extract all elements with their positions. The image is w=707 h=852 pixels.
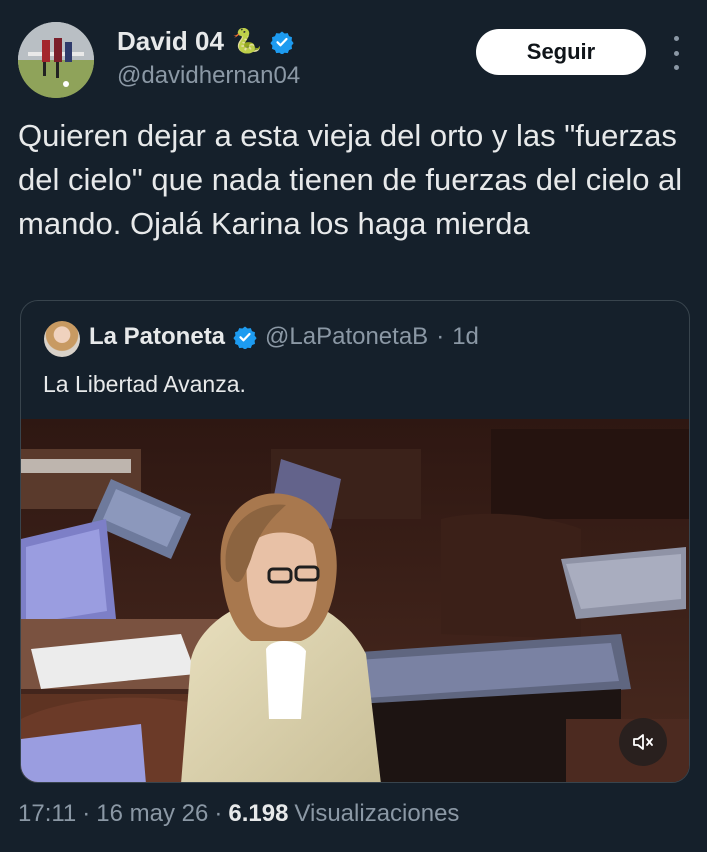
quoted-author-name[interactable]: La Patoneta: [89, 323, 225, 351]
video-frame: [21, 419, 689, 782]
author-avatar[interactable]: [18, 22, 94, 98]
quoted-tweet-header: La Patoneta @LaPatonetaB · 1d: [89, 323, 479, 351]
muted-speaker-icon: [633, 734, 653, 750]
tweet-metadata: 17:11 · 16 may 26 · 6.198 Visualizacione…: [18, 800, 459, 828]
quoted-separator: ·: [436, 323, 445, 350]
mute-toggle-button[interactable]: [619, 718, 667, 766]
video-player[interactable]: [21, 419, 689, 782]
meta-separator: ·: [214, 800, 223, 827]
avatar-image: [18, 22, 94, 98]
author-name-row[interactable]: David 04 🐍: [117, 26, 294, 57]
meta-separator: ·: [82, 800, 91, 827]
tweet-time[interactable]: 17:11: [18, 800, 76, 828]
quoted-timestamp[interactable]: 1d: [452, 323, 479, 351]
tweet-text: Quieren dejar a esta vieja del orto y la…: [18, 118, 683, 241]
author-name[interactable]: David 04: [117, 26, 224, 57]
tweet-date[interactable]: 16 may 26: [96, 800, 208, 828]
quoted-author-avatar[interactable]: [44, 321, 80, 357]
views-count: 6.198: [228, 800, 289, 827]
author-emoji: 🐍: [231, 28, 262, 55]
follow-button[interactable]: Seguir: [476, 29, 646, 75]
more-options-icon[interactable]: [664, 36, 688, 70]
quoted-author-handle[interactable]: @LaPatonetaB: [265, 323, 428, 351]
quoted-tweet-card[interactable]: La Patoneta @LaPatonetaB · 1d La Liberta…: [20, 300, 690, 783]
verified-badge-icon: [233, 325, 257, 349]
verified-badge-icon: [270, 30, 294, 54]
quoted-tweet-text: La Libertad Avanza.: [43, 371, 246, 397]
views-label: Visualizaciones: [294, 800, 460, 827]
author-handle[interactable]: @davidhernan04: [117, 62, 300, 90]
